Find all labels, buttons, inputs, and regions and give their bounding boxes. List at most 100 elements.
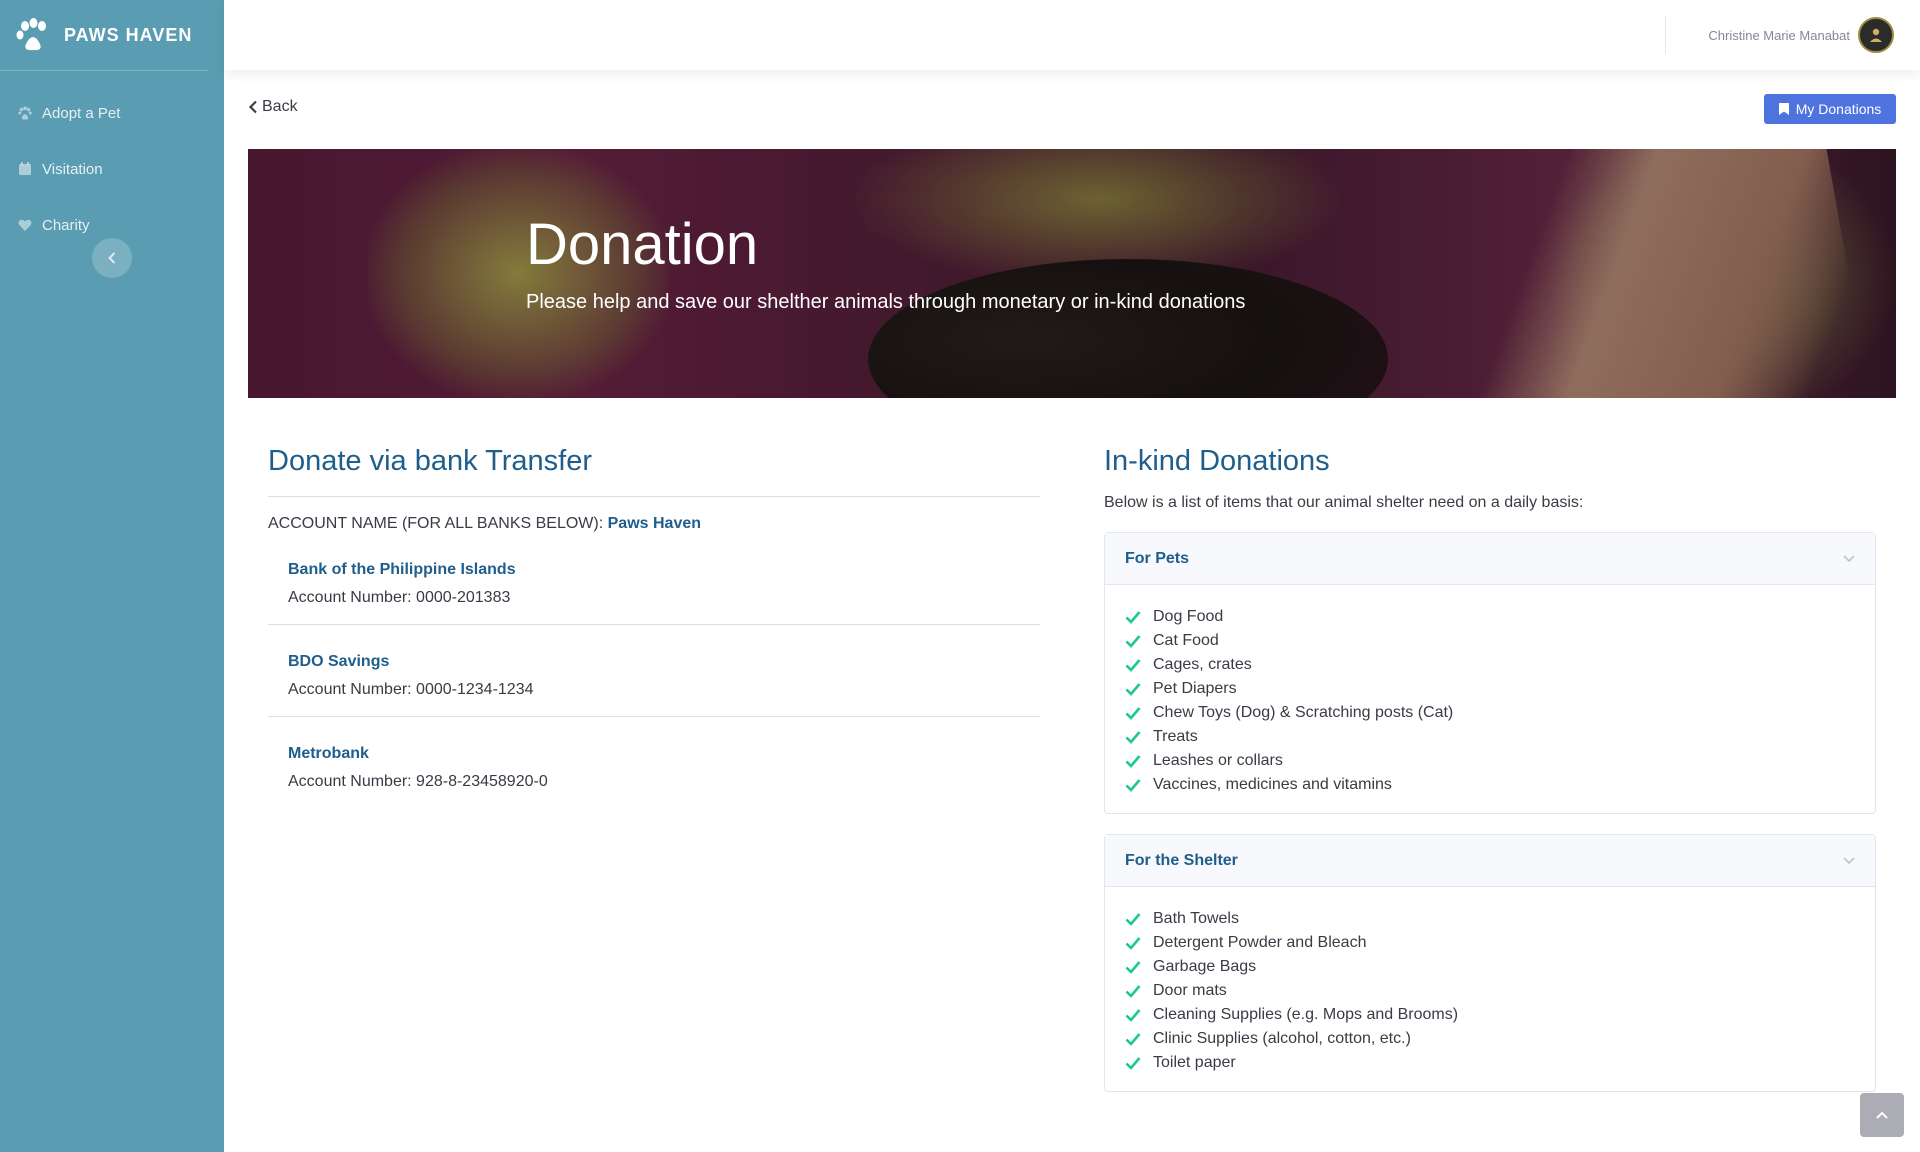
- donation-group-list: Bath Towels Detergent Powder and Bleach Ga…: [1105, 887, 1875, 1091]
- list-item-label: Vaccines, medicines and vitamins: [1153, 776, 1392, 793]
- chevron-down-icon: [1843, 856, 1855, 864]
- list-item: Garbage Bags: [1125, 955, 1855, 979]
- list-item: Leashes or collars: [1125, 749, 1855, 773]
- check-icon: [1125, 1009, 1141, 1022]
- sidebar-item-visitation[interactable]: Visitation: [0, 141, 224, 197]
- list-item: Chew Toys (Dog) & Scratching posts (Cat): [1125, 701, 1855, 725]
- hero-banner: Donation Please help and save our shelth…: [248, 149, 1896, 398]
- list-item-label: Bath Towels: [1153, 910, 1239, 927]
- bank-name: Metrobank: [288, 745, 369, 762]
- list-item: Pet Diapers: [1125, 677, 1855, 701]
- user-icon: [1870, 28, 1882, 42]
- bank-account-number: Account Number: 0000-1234-1234: [288, 681, 534, 698]
- list-item-label: Cleaning Supplies (e.g. Mops and Brooms): [1153, 1006, 1459, 1023]
- hero-subtitle: Please help and save our shelther animal…: [526, 291, 1246, 313]
- user-menu[interactable]: Christine Marie Manabat: [1708, 16, 1894, 54]
- chevron-down-icon: [1843, 554, 1855, 562]
- paw-icon: [18, 106, 32, 120]
- bank-transfer-title: Donate via bank Transfer: [268, 445, 593, 477]
- check-icon: [1125, 937, 1141, 950]
- donation-group-header[interactable]: For the Shelter: [1105, 835, 1875, 887]
- donation-group-header[interactable]: For Pets: [1105, 533, 1875, 585]
- sidebar-item-adopt-a-pet[interactable]: Adopt a Pet: [0, 85, 224, 141]
- bank-entry: Bank of the Philippine Islands Account N…: [268, 533, 1040, 625]
- back-label: Back: [262, 98, 298, 115]
- in-kind-intro: Below is a list of items that our animal…: [1104, 494, 1584, 511]
- list-item: Door mats: [1125, 979, 1855, 1003]
- check-icon: [1125, 731, 1141, 744]
- list-item: Detergent Powder and Bleach: [1125, 931, 1855, 955]
- bank-name: BDO Savings: [288, 653, 390, 670]
- list-item: Cat Food: [1125, 629, 1855, 653]
- heart-icon: [18, 219, 32, 231]
- check-icon: [1125, 1033, 1141, 1046]
- list-item-label: Door mats: [1153, 982, 1227, 999]
- bank-account-number: Account Number: 928-8-23458920-0: [288, 773, 548, 790]
- chevron-left-icon: [108, 252, 116, 264]
- check-icon: [1125, 659, 1141, 672]
- avatar[interactable]: [1858, 17, 1894, 53]
- check-icon: [1125, 985, 1141, 998]
- donation-group-list: Dog Food Cat Food Cages, crates Pet Diapers…: [1105, 585, 1875, 813]
- account-name-label: ACCOUNT NAME (FOR ALL BANKS BELOW):: [268, 515, 604, 532]
- list-item-label: Leashes or collars: [1153, 752, 1283, 769]
- list-item-label: Dog Food: [1153, 608, 1224, 625]
- check-icon: [1125, 755, 1141, 768]
- list-item: Dog Food: [1125, 605, 1855, 629]
- check-icon: [1125, 683, 1141, 696]
- donation-group-card: For the Shelter Bath Towels Detergent Powd…: [1104, 834, 1876, 1092]
- bank-name: Bank of the Philippine Islands: [288, 561, 516, 578]
- check-icon: [1125, 611, 1141, 624]
- sidebar: PAWS HAVEN Adopt a Pet Visitation Charit…: [0, 0, 224, 1152]
- topbar: Christine Marie Manabat: [224, 0, 1920, 70]
- list-item-label: Chew Toys (Dog) & Scratching posts (Cat): [1153, 704, 1454, 721]
- list-item: Clinic Supplies (alcohol, cotton, etc.): [1125, 1027, 1855, 1051]
- sidebar-item-label: Adopt a Pet: [42, 104, 121, 122]
- list-item-label: Treats: [1153, 728, 1198, 745]
- bank-entry: Metrobank Account Number: 928-8-23458920…: [268, 717, 1040, 808]
- account-name-row: ACCOUNT NAME (FOR ALL BANKS BELOW): Paws…: [268, 515, 1040, 533]
- list-item-label: Garbage Bags: [1153, 958, 1257, 975]
- paw-icon: [16, 18, 46, 51]
- brand-name: PAWS HAVEN: [64, 24, 193, 45]
- bank-account-number: Account Number: 0000-201383: [288, 589, 511, 606]
- list-item-label: Detergent Powder and Bleach: [1153, 934, 1367, 951]
- list-item-label: Clinic Supplies (alcohol, cotton, etc.): [1153, 1030, 1411, 1047]
- topbar-divider: [1665, 16, 1666, 54]
- list-item: Bath Towels: [1125, 907, 1855, 931]
- sidebar-toggle-button[interactable]: [92, 238, 132, 278]
- bank-entry: BDO Savings Account Number: 0000-1234-12…: [268, 625, 1040, 717]
- sidebar-item-label: Visitation: [42, 160, 103, 178]
- list-item: Cleaning Supplies (e.g. Mops and Brooms): [1125, 1003, 1855, 1027]
- brand[interactable]: PAWS HAVEN: [0, 0, 208, 71]
- my-donations-button[interactable]: My Donations: [1764, 94, 1896, 124]
- list-item: Treats: [1125, 725, 1855, 749]
- back-link[interactable]: Back: [248, 98, 298, 116]
- hero-title: Donation: [526, 212, 759, 277]
- scroll-to-top-button[interactable]: [1860, 1093, 1904, 1137]
- list-item-label: Cages, crates: [1153, 656, 1252, 673]
- sidebar-item-label: Charity: [42, 216, 90, 234]
- list-item: Cages, crates: [1125, 653, 1855, 677]
- check-icon: [1125, 707, 1141, 720]
- in-kind-section: In-kind Donations Below is a list of ite…: [1104, 445, 1876, 1092]
- donation-group-title: For the Shelter: [1125, 851, 1238, 869]
- list-item: Toilet paper: [1125, 1051, 1855, 1075]
- bookmark-icon: [1778, 103, 1789, 115]
- my-donations-label: My Donations: [1795, 101, 1882, 117]
- donation-group-title: For Pets: [1125, 549, 1190, 567]
- list-item-label: Toilet paper: [1153, 1054, 1236, 1071]
- check-icon: [1125, 779, 1141, 792]
- check-icon: [1125, 961, 1141, 974]
- chevron-up-icon: [1876, 1111, 1888, 1119]
- donation-group-card: For Pets Dog Food Cat Food Cages, crates Pet…: [1104, 532, 1876, 814]
- list-item-label: Cat Food: [1153, 632, 1219, 649]
- hero-overlay: [248, 149, 1896, 398]
- divider: [268, 496, 1040, 497]
- in-kind-title: In-kind Donations: [1104, 445, 1330, 477]
- list-item: Vaccines, medicines and vitamins: [1125, 773, 1855, 797]
- chevron-left-icon: [248, 100, 257, 114]
- list-item-label: Pet Diapers: [1153, 680, 1237, 697]
- user-name: Christine Marie Manabat: [1708, 27, 1850, 43]
- bank-transfer-section: Donate via bank Transfer ACCOUNT NAME (F…: [268, 445, 1040, 808]
